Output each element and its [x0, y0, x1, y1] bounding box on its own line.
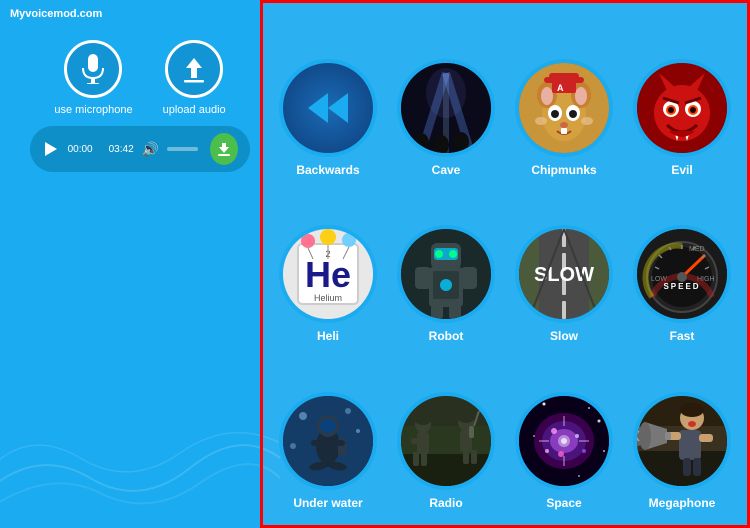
megaphone-scene-icon	[637, 396, 727, 486]
voice-label-slow: Slow	[550, 329, 578, 343]
radio-scene-icon	[401, 396, 491, 486]
voice-label-backwards: Backwards	[296, 163, 359, 177]
voice-item-heli[interactable]: 2 He Helium Heli	[273, 185, 383, 344]
space-scene-icon	[519, 396, 609, 486]
voice-item-backwards[interactable]: Backwards	[273, 18, 383, 177]
upload-label: upload audio	[163, 104, 226, 116]
play-triangle-icon	[45, 142, 57, 156]
download-button[interactable]	[210, 133, 238, 165]
voice-circle-backwards[interactable]	[279, 59, 377, 157]
voice-label-space: Space	[546, 496, 581, 510]
download-icon	[216, 141, 232, 157]
voice-circle-heli[interactable]: 2 He Helium	[279, 225, 377, 323]
voice-label-heli: Heli	[317, 329, 339, 343]
upload-icon	[181, 54, 207, 84]
robot-scene-icon	[401, 229, 491, 319]
voice-item-cave[interactable]: Cave	[391, 18, 501, 177]
voice-circle-chipmunks[interactable]: A	[515, 59, 613, 157]
voice-circle-underwater[interactable]	[279, 392, 377, 490]
voice-circle-slow[interactable]: SLOW	[515, 225, 613, 323]
upload-audio-button[interactable]: upload audio	[163, 40, 226, 116]
voice-circle-evil[interactable]	[633, 59, 731, 157]
voice-label-megaphone: Megaphone	[649, 496, 716, 510]
microphone-label: use microphone	[54, 104, 132, 116]
voice-circle-megaphone[interactable]	[633, 392, 731, 490]
cave-scene-icon	[401, 63, 491, 153]
voice-item-robot[interactable]: Robot	[391, 185, 501, 344]
svg-text:Helium: Helium	[314, 293, 342, 303]
voice-label-robot: Robot	[429, 329, 464, 343]
voice-circle-space[interactable]	[515, 392, 613, 490]
rewind-icon	[303, 83, 353, 133]
voice-item-slow[interactable]: SLOW Slow	[509, 185, 619, 344]
svg-text:MED: MED	[689, 246, 705, 253]
use-microphone-button[interactable]: use microphone	[54, 40, 132, 116]
slow-scene-icon: SLOW	[519, 229, 609, 319]
time-current: 00:00	[68, 144, 93, 155]
player-bar: 00:00 03:42 🔊	[30, 126, 250, 172]
evil-scene-icon	[637, 63, 727, 153]
voice-item-fast[interactable]: LOW MED HIGH SPEED Fast	[627, 185, 737, 344]
voice-grid: Backwards Cave	[260, 0, 750, 528]
voice-circle-fast[interactable]: LOW MED HIGH SPEED	[633, 225, 731, 323]
underwater-scene-icon	[283, 396, 373, 486]
microphone-icon	[80, 54, 106, 84]
time-total: 03:42	[109, 144, 134, 155]
upload-circle[interactable]	[165, 40, 223, 98]
voice-circle-cave[interactable]	[397, 59, 495, 157]
left-panel: use microphone upload audio 00:00 03:42 …	[20, 30, 260, 172]
svg-text:SPEED: SPEED	[663, 282, 700, 291]
play-button[interactable]	[42, 139, 60, 159]
voice-label-chipmunks: Chipmunks	[531, 163, 596, 177]
voice-label-fast: Fast	[670, 329, 695, 343]
microphone-circle[interactable]	[64, 40, 122, 98]
voice-circle-radio[interactable]	[397, 392, 495, 490]
voice-circle-robot[interactable]	[397, 225, 495, 323]
voice-item-evil[interactable]: Evil	[627, 18, 737, 177]
svg-text:A: A	[557, 83, 564, 93]
voice-label-underwater: Under water	[293, 496, 362, 510]
brand-label: Myvoicemod.com	[10, 8, 102, 20]
voice-item-underwater[interactable]: Under water	[273, 351, 383, 510]
chipmunks-scene-icon: A	[519, 63, 609, 153]
heli-scene-icon: 2 He Helium	[283, 229, 373, 319]
voice-label-evil: Evil	[671, 163, 692, 177]
volume-bar[interactable]	[167, 147, 198, 151]
voice-item-chipmunks[interactable]: A Chipmunks	[509, 18, 619, 177]
voice-label-cave: Cave	[432, 163, 461, 177]
voice-item-megaphone[interactable]: Megaphone	[627, 351, 737, 510]
voice-item-space[interactable]: Space	[509, 351, 619, 510]
wave-decoration	[0, 328, 280, 528]
svg-text:He: He	[305, 254, 351, 295]
fast-scene-icon: LOW MED HIGH SPEED	[637, 229, 727, 319]
voice-item-radio[interactable]: Radio	[391, 351, 501, 510]
volume-icon: 🔊	[142, 141, 159, 158]
voice-label-radio: Radio	[429, 496, 462, 510]
input-options: use microphone upload audio	[54, 40, 225, 116]
